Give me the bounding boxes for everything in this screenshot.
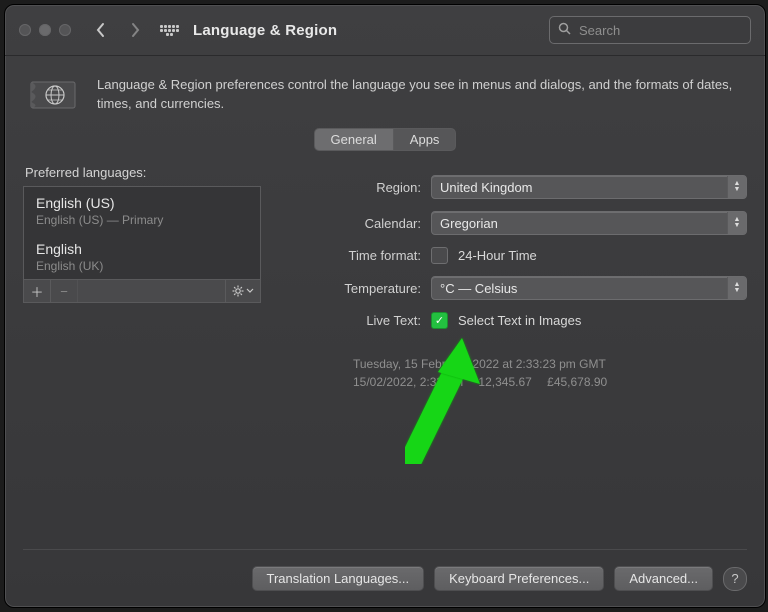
chevron-down-icon bbox=[246, 288, 254, 294]
traffic-lights bbox=[19, 24, 71, 36]
calendar-label: Calendar: bbox=[291, 216, 421, 231]
search-input[interactable] bbox=[577, 22, 757, 39]
tab-general[interactable]: General bbox=[315, 129, 393, 150]
list-item-name: English (US) bbox=[36, 195, 248, 211]
intro: Language & Region preferences control th… bbox=[23, 70, 747, 128]
main: Preferred languages: English (US) Englis… bbox=[23, 161, 747, 549]
back-button[interactable] bbox=[91, 20, 111, 40]
region-value: United Kingdom bbox=[440, 180, 533, 195]
keyboard-preferences-button[interactable]: Keyboard Preferences... bbox=[434, 566, 604, 591]
help-button[interactable]: ? bbox=[723, 567, 747, 591]
calendar-value: Gregorian bbox=[440, 216, 498, 231]
temperature-select[interactable]: °C — Celsius ▲▼ bbox=[431, 276, 747, 300]
timeformat-checkbox[interactable] bbox=[431, 247, 448, 264]
titlebar: Language & Region bbox=[5, 5, 765, 56]
list-item-name: English bbox=[36, 241, 248, 257]
list-item-sub: English (US) — Primary bbox=[36, 213, 248, 227]
language-list[interactable]: English (US) English (US) — Primary Engl… bbox=[23, 186, 261, 280]
zoom-dot[interactable] bbox=[59, 24, 71, 36]
window: Language & Region Language & Region pref… bbox=[4, 4, 766, 608]
search-icon bbox=[558, 22, 571, 38]
livetext-checkbox[interactable]: ✓ bbox=[431, 312, 448, 329]
show-all-icon[interactable] bbox=[159, 20, 179, 40]
content: Language & Region preferences control th… bbox=[5, 56, 765, 607]
preferred-languages-panel: Preferred languages: English (US) Englis… bbox=[23, 161, 261, 303]
tabs: General Apps bbox=[314, 128, 457, 151]
window-title: Language & Region bbox=[193, 22, 337, 39]
remove-language-button[interactable]: − bbox=[51, 280, 78, 302]
list-item-sub: English (UK) bbox=[36, 259, 248, 273]
globe-flag-icon bbox=[27, 76, 79, 114]
region-label: Region: bbox=[291, 180, 421, 195]
translation-languages-button[interactable]: Translation Languages... bbox=[252, 566, 425, 591]
livetext-label: Live Text: bbox=[291, 313, 421, 328]
format-sample: Tuesday, 15 February 2022 at 2:33:23 pm … bbox=[353, 355, 747, 391]
caret-icon: ▲▼ bbox=[727, 277, 746, 299]
region-select[interactable]: United Kingdom ▲▼ bbox=[431, 175, 747, 199]
close-dot[interactable] bbox=[19, 24, 31, 36]
calendar-select[interactable]: Gregorian ▲▼ bbox=[431, 211, 747, 235]
timeformat-option: 24-Hour Time bbox=[458, 248, 537, 263]
search-field[interactable] bbox=[549, 16, 751, 44]
gear-icon bbox=[232, 285, 244, 297]
preferred-languages-label: Preferred languages: bbox=[25, 165, 261, 180]
livetext-option: Select Text in Images bbox=[458, 313, 581, 328]
forward-button[interactable] bbox=[125, 20, 145, 40]
temperature-label: Temperature: bbox=[291, 281, 421, 296]
bottom-bar: Translation Languages... Keyboard Prefer… bbox=[23, 549, 747, 591]
intro-text: Language & Region preferences control th… bbox=[97, 76, 743, 114]
minimize-dot[interactable] bbox=[39, 24, 51, 36]
temperature-value: °C — Celsius bbox=[440, 281, 517, 296]
caret-icon: ▲▼ bbox=[727, 212, 746, 234]
tab-apps[interactable]: Apps bbox=[393, 129, 456, 150]
timeformat-label: Time format: bbox=[291, 248, 421, 263]
list-item[interactable]: English (US) English (US) — Primary bbox=[24, 187, 260, 233]
advanced-button[interactable]: Advanced... bbox=[614, 566, 713, 591]
region-form: Region: United Kingdom ▲▼ Calendar: Greg… bbox=[291, 175, 747, 391]
list-actions-button[interactable] bbox=[225, 280, 260, 302]
sample-line1: Tuesday, 15 February 2022 at 2:33:23 pm … bbox=[353, 355, 747, 373]
sample-line2: 15/02/2022, 2:33 pm 12,345.67 £45,678.90 bbox=[353, 373, 747, 391]
add-language-button[interactable]: ＋ bbox=[24, 280, 51, 302]
caret-icon: ▲▼ bbox=[727, 176, 746, 198]
list-item[interactable]: English English (UK) bbox=[24, 233, 260, 279]
list-footer: ＋ − bbox=[23, 279, 261, 303]
